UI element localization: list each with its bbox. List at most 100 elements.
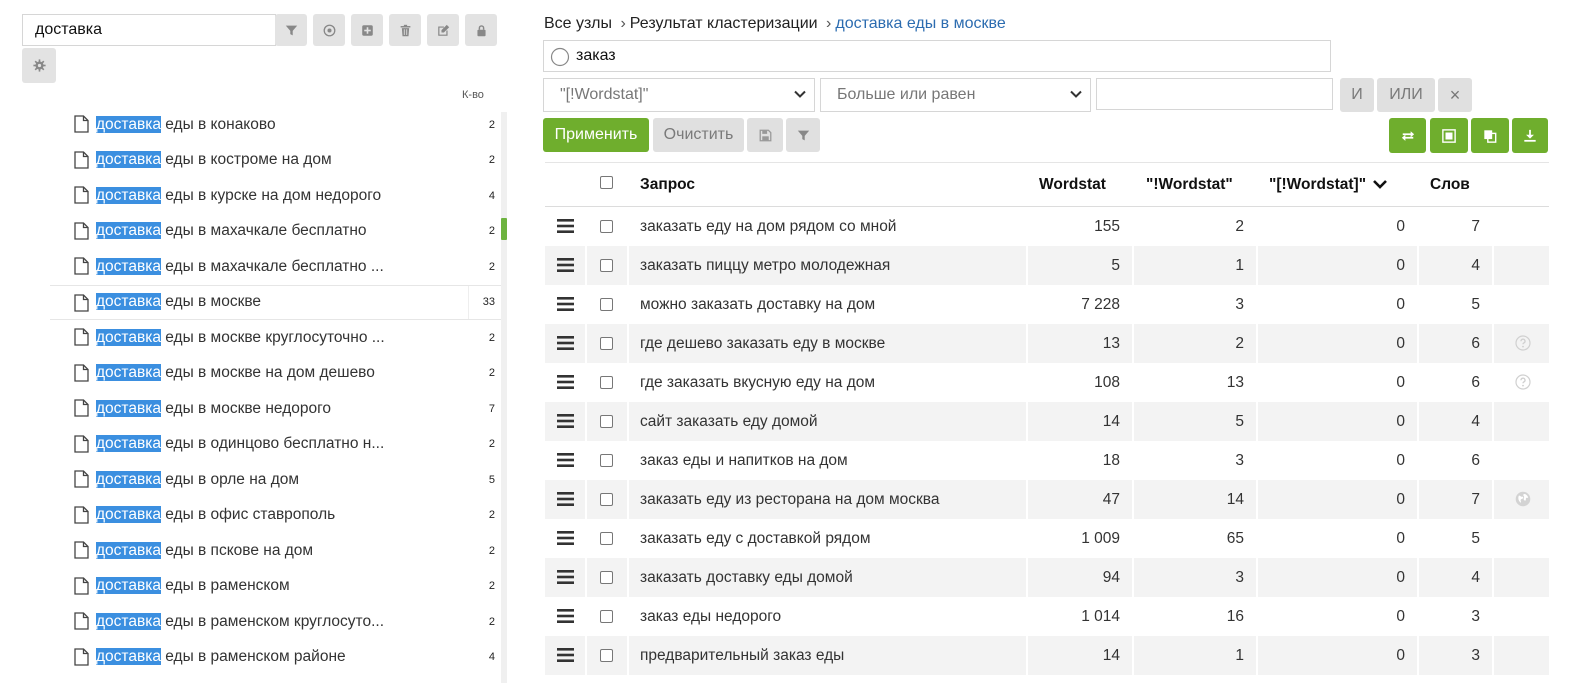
cell-exact-wordstat: 0 [1396, 569, 1405, 586]
globe-icon[interactable] [1515, 491, 1531, 507]
save-button[interactable] [747, 118, 783, 152]
tree-item-count: 2 [488, 615, 495, 628]
filter-condition-select[interactable]: Больше или равен [820, 78, 1091, 112]
tree-item[interactable]: доставка еды в конаково 2 [50, 107, 502, 143]
table-row[interactable]: где дешево заказать еду в москве 13 2 0 6 [545, 324, 1549, 363]
row-checkbox[interactable] [600, 220, 613, 233]
select-all-checkbox[interactable] [600, 176, 613, 189]
drag-handle-icon[interactable] [557, 375, 574, 389]
filter-field-select[interactable]: "[!Wordstat]" [543, 78, 815, 112]
row-checkbox[interactable] [600, 493, 613, 506]
and-button[interactable]: И [1340, 78, 1374, 112]
header-query[interactable]: Запрос [640, 163, 695, 207]
row-checkbox[interactable] [600, 376, 613, 389]
file-icon [74, 576, 89, 595]
drag-handle-icon[interactable] [557, 297, 574, 311]
copy-button[interactable] [1471, 118, 1509, 153]
row-checkbox[interactable] [600, 337, 613, 350]
drag-handle-icon[interactable] [557, 453, 574, 467]
tree-item-count: 5 [488, 473, 495, 486]
help-icon[interactable] [1515, 335, 1531, 351]
row-checkbox[interactable] [600, 532, 613, 545]
add-button[interactable] [351, 14, 383, 46]
table-row[interactable]: предварительный заказ еды 14 1 0 3 [545, 636, 1549, 675]
breadcrumb-current[interactable]: доставка еды в москве [835, 15, 1005, 32]
tree-item[interactable]: доставка еды в москве недорого 7 [50, 391, 502, 427]
drag-handle-icon[interactable] [557, 336, 574, 350]
tree-item-label: доставка еды в раменском круглосуто... [96, 612, 384, 631]
search-highlight: доставка [96, 115, 161, 133]
tree-item-text: еды в пскове на дом [160, 541, 314, 559]
table-row[interactable]: заказать еду с доставкой рядом 1 009 65 0 5 [545, 519, 1549, 558]
table-row[interactable]: заказать доставку еды домой 94 3 0 4 [545, 558, 1549, 597]
drag-handle-icon[interactable] [557, 531, 574, 545]
filter-button[interactable] [275, 14, 307, 46]
filter-value-input[interactable] [1096, 78, 1333, 110]
row-checkbox[interactable] [600, 454, 613, 467]
help-icon[interactable] [1515, 374, 1531, 390]
tree-item[interactable]: доставка еды в раменском районе 4 [50, 640, 502, 676]
remove-filter-button[interactable]: × [1438, 78, 1472, 112]
drag-handle-icon[interactable] [557, 219, 574, 233]
cell-words: 6 [1471, 335, 1480, 352]
row-checkbox[interactable] [600, 259, 613, 272]
lock-button[interactable] [465, 14, 497, 46]
tree-item[interactable]: доставка еды в махачкале бесплатно 2 [50, 214, 502, 250]
table-row[interactable]: сайт заказать еду домой 14 5 0 4 [545, 402, 1549, 441]
edit-button[interactable] [427, 14, 459, 46]
drag-handle-icon[interactable] [557, 609, 574, 623]
tree-item[interactable]: доставка еды в курске на дом недорого 4 [50, 178, 502, 214]
clear-button[interactable]: Очистить [653, 118, 744, 152]
header-wordstat[interactable]: Wordstat [1039, 163, 1106, 207]
filter-toggle-button[interactable] [786, 118, 820, 152]
tree-item[interactable]: доставка еды в раменском круглосуто... 2 [50, 604, 502, 640]
tree-item[interactable]: доставка еды в пскове на дом 2 [50, 533, 502, 569]
tree-item[interactable]: доставка еды в москве на дом дешево 2 [50, 356, 502, 392]
header-words[interactable]: Слов [1430, 163, 1470, 207]
drag-handle-icon[interactable] [557, 414, 574, 428]
table-row[interactable]: заказать пиццу метро молодежная 5 1 0 4 [545, 246, 1549, 285]
tree-scrollbar[interactable] [501, 112, 507, 683]
row-checkbox[interactable] [600, 571, 613, 584]
content-panel: Все узлы › Результат кластеризации › доста… [540, 0, 1588, 683]
table-row[interactable]: заказ еды недорого 1 014 16 0 3 [545, 597, 1549, 636]
tree-item[interactable]: доставка еды в раменском 2 [50, 569, 502, 605]
tree-item[interactable]: доставка еды в офис ставрополь 2 [50, 498, 502, 534]
table-row[interactable]: заказать еду на дом рядом со мной 155 2 0 7 [545, 207, 1549, 246]
table-row[interactable]: заказать еду из ресторана на дом москва 4… [545, 480, 1549, 519]
tree-search-input[interactable]: доставка [22, 14, 276, 46]
or-button[interactable]: ИЛИ [1377, 78, 1435, 112]
row-checkbox[interactable] [600, 610, 613, 623]
tree-item[interactable]: доставка еды в москве 33 [50, 284, 502, 320]
row-checkbox[interactable] [600, 649, 613, 662]
settings-button[interactable] [22, 48, 56, 83]
row-checkbox[interactable] [600, 415, 613, 428]
cell-query: заказ еды недорого [640, 608, 782, 625]
drag-handle-icon[interactable] [557, 648, 574, 662]
move-button[interactable] [1389, 118, 1426, 153]
query-search-input[interactable]: заказ [543, 40, 1331, 72]
table-row[interactable]: где заказать вкусную еду на дом 108 13 0 6 [545, 363, 1549, 402]
delete-button[interactable] [389, 14, 421, 46]
target-button[interactable] [313, 14, 345, 46]
breadcrumb-root[interactable]: Все узлы [544, 15, 612, 32]
header-quoted-wordstat[interactable]: "!Wordstat" [1146, 163, 1233, 207]
export-button[interactable] [1512, 118, 1548, 153]
header-exact-wordstat[interactable]: "[!Wordstat]" [1269, 163, 1388, 207]
breadcrumb-middle[interactable]: Результат кластеризации [630, 15, 818, 32]
drag-handle-icon[interactable] [557, 570, 574, 584]
tree-item[interactable]: доставка еды в костроме на дом 2 [50, 143, 502, 179]
tree-item[interactable]: доставка еды в москве круглосуточно ... 2 [50, 320, 502, 356]
tree-item[interactable]: доставка еды в махачкале бесплатно ... 2 [50, 249, 502, 285]
apply-button[interactable]: Применить [543, 118, 649, 152]
table-row[interactable]: заказ еды и напитков на дом 18 3 0 6 [545, 441, 1549, 480]
tree-scrollbar-thumb[interactable] [501, 218, 507, 240]
drag-handle-icon[interactable] [557, 258, 574, 272]
tree-item[interactable]: доставка еды в одинцово бесплатно н... 2 [50, 427, 502, 463]
cell-words: 5 [1471, 296, 1480, 313]
drag-handle-icon[interactable] [557, 492, 574, 506]
tree-item[interactable]: доставка еды в орле на дом 5 [50, 462, 502, 498]
group-button[interactable] [1430, 118, 1468, 153]
table-row[interactable]: можно заказать доставку на дом 7 228 3 0 5 [545, 285, 1549, 324]
row-checkbox[interactable] [600, 298, 613, 311]
